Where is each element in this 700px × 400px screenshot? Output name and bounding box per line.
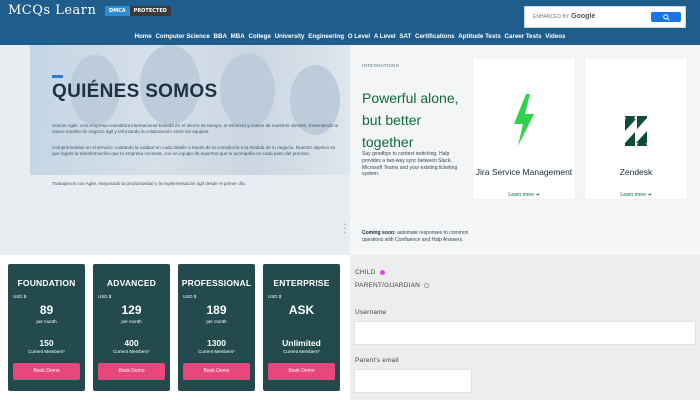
plan-members: 150 — [39, 338, 54, 348]
plan-name: PROFESSIONAL — [181, 278, 252, 288]
nav-item-videos[interactable]: Videos — [545, 33, 565, 40]
role-option-child[interactable]: CHILD — [355, 269, 385, 276]
role-option-parent[interactable]: PARENT/GUARDIAN — [355, 282, 430, 289]
coming-soon-label: Coming soon: — [362, 230, 396, 236]
about-paragraph: Comprometidos en el servicio, cuidando l… — [52, 145, 336, 156]
plan-name: ADVANCED — [106, 278, 157, 288]
plan-card: ENTERPRISE USD $ ASK Unlimited Current M… — [263, 264, 340, 391]
username-label: Username — [355, 309, 387, 316]
site-logo[interactable]: MCQs Learn — [8, 3, 96, 18]
plan-name: ENTERPRISE — [273, 278, 330, 288]
username-input[interactable] — [354, 321, 696, 345]
dmca-badge[interactable]: DMCA PROTECTED — [105, 6, 171, 16]
site-header: MCQs Learn DMCA PROTECTED ENHANCED BY Go… — [0, 0, 700, 45]
integration-card-zendesk[interactable]: Zendesk Learn more ➔ — [585, 58, 687, 199]
nav-item-engineering[interactable]: Engineering — [308, 33, 344, 40]
plan-card: FOUNDATION USD $ 89 per month 150 Curren… — [8, 264, 85, 391]
plan-name: FOUNDATION — [17, 278, 76, 288]
main-nav: Home Computer Science BBA MBA College Un… — [0, 33, 700, 40]
search-icon — [662, 13, 670, 21]
integration-name: Jira Service Management — [475, 167, 573, 177]
plan-price: 189 — [206, 303, 227, 317]
zendesk-icon — [625, 116, 647, 146]
about-paragraph: Somos Agile. Una empresa consultora inte… — [52, 123, 339, 134]
nav-item-certifications[interactable]: Certifications — [415, 33, 455, 40]
plan-currency: USD $ — [183, 294, 197, 299]
nav-item-bba[interactable]: BBA — [214, 33, 227, 40]
plan-period: per month — [121, 319, 142, 324]
google-brand: Google — [571, 13, 596, 20]
book-demo-button[interactable]: Book Demo — [268, 363, 335, 380]
bolt-icon — [514, 94, 534, 146]
nav-item-home[interactable]: Home — [135, 33, 152, 40]
plan-price: 89 — [39, 303, 54, 317]
learn-more-link[interactable]: Learn more ➔ — [473, 192, 575, 198]
nav-item-o-level[interactable]: O Level — [348, 33, 370, 40]
integration-name: Zendesk — [619, 167, 653, 177]
nav-item-sat[interactable]: SAT — [399, 33, 411, 40]
plan-members: 1300 — [207, 338, 226, 348]
plan-period: per month — [36, 319, 57, 324]
section-tag: INTEGRATIONS — [362, 63, 400, 68]
plan-members: Unlimited — [282, 338, 321, 348]
plan-card: PROFESSIONAL USD $ 189 per month 1300 Cu… — [178, 264, 255, 391]
parent-email-label: Parent's email — [355, 357, 399, 364]
book-demo-button[interactable]: Book Demo — [13, 363, 80, 380]
role-label-parent: PARENT/GUARDIAN — [355, 282, 420, 289]
plan-currency: USD $ — [98, 294, 112, 299]
plan-currency: USD $ — [13, 294, 27, 299]
radio-unselected-icon[interactable] — [424, 282, 430, 288]
plan-members: 400 — [124, 338, 139, 348]
carousel-dots[interactable]: • • • — [344, 223, 346, 236]
coming-soon-note: Coming soon: automate responses to commo… — [362, 230, 472, 244]
dmca-badge-label: DMCA — [105, 6, 130, 16]
about-title: QUIÉNES SOMOS — [52, 81, 218, 102]
parent-email-input[interactable] — [354, 369, 472, 393]
plan-price: 129 — [121, 303, 142, 317]
integrations-section: INTEGRATIONS Powerful alone, but better … — [350, 45, 700, 255]
plan-period: per month — [206, 319, 227, 324]
radio-selected-icon[interactable] — [379, 269, 385, 275]
integrations-description: Say goodbye to context switching. Halp p… — [362, 151, 458, 178]
role-label-child: CHILD — [355, 269, 376, 276]
nav-item-mba[interactable]: MBA — [231, 33, 245, 40]
signup-form: CHILD PARENT/GUARDIAN Username Parent's … — [350, 255, 700, 400]
integrations-title: Powerful alone, but better together — [362, 90, 459, 150]
photo-figure — [220, 53, 275, 128]
title-accent — [52, 75, 63, 78]
nav-item-aptitude-tests[interactable]: Aptitude Tests — [458, 33, 501, 40]
about-paragraph: Trabajamos con Agile, mejorando la produ… — [52, 181, 246, 186]
plan-members-label: Current Members* — [113, 349, 150, 354]
learn-more-link[interactable]: Learn more ➔ — [585, 192, 687, 198]
nav-item-university[interactable]: University — [275, 33, 305, 40]
integration-card-jira[interactable]: Jira Service Management Learn more ➔ — [473, 58, 575, 199]
plan-price: ASK — [288, 303, 315, 317]
nav-item-computer-science[interactable]: Computer Science — [155, 33, 209, 40]
book-demo-button[interactable]: Book Demo — [98, 363, 165, 380]
pricing-section: FOUNDATION USD $ 89 per month 150 Curren… — [0, 255, 350, 400]
search-button[interactable] — [651, 12, 681, 22]
google-search-box[interactable]: ENHANCED BY Google — [524, 6, 686, 28]
dmca-protected-label: PROTECTED — [129, 6, 171, 16]
nav-item-a-level[interactable]: A Level — [374, 33, 396, 40]
plan-currency: USD $ — [268, 294, 282, 299]
book-demo-button[interactable]: Book Demo — [183, 363, 250, 380]
plan-members-label: Current Members* — [28, 349, 65, 354]
plan-card: ADVANCED USD $ 129 per month 400 Current… — [93, 264, 170, 391]
about-section: QUIÉNES SOMOS Somos Agile. Una empresa c… — [0, 45, 350, 255]
nav-item-career-tests[interactable]: Career Tests — [505, 33, 542, 40]
nav-item-college[interactable]: College — [248, 33, 270, 40]
plan-members-label: Current Members* — [283, 349, 320, 354]
search-placeholder: ENHANCED BY Google — [533, 13, 596, 20]
plan-members-label: Current Members* — [198, 349, 235, 354]
